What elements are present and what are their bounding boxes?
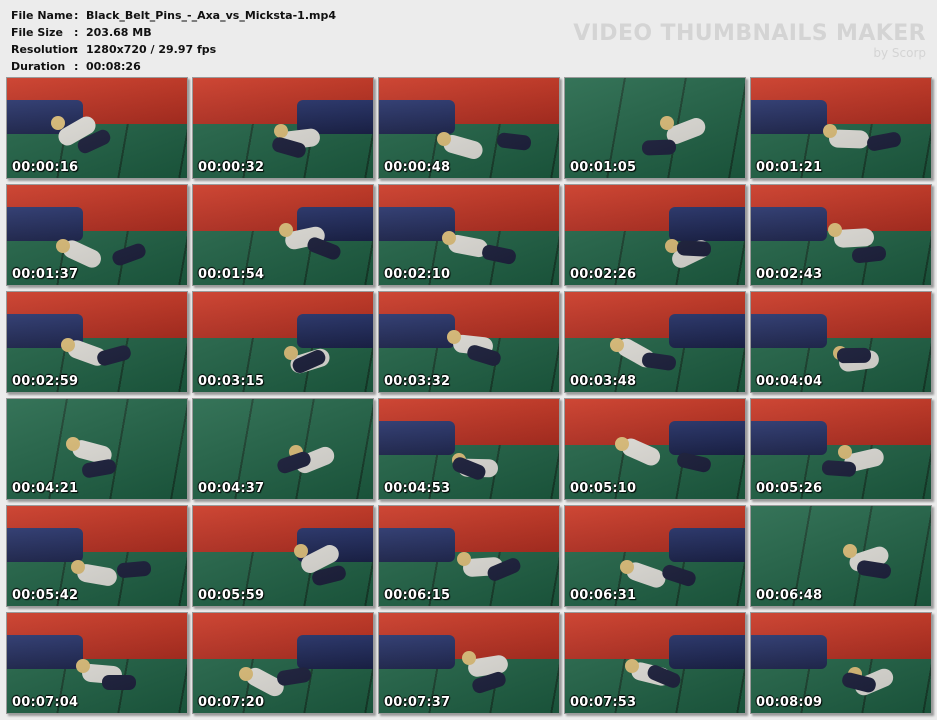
video-thumbnail[interactable]: 00:01:21 bbox=[750, 77, 932, 179]
timestamp-label: 00:01:05 bbox=[570, 160, 637, 175]
video-thumbnail[interactable]: 00:03:15 bbox=[192, 291, 374, 393]
video-thumbnail[interactable]: 00:07:37 bbox=[378, 612, 560, 714]
video-thumbnail[interactable]: 00:02:10 bbox=[378, 184, 560, 286]
video-thumbnail[interactable]: 00:06:31 bbox=[564, 505, 746, 607]
timestamp-label: 00:04:53 bbox=[384, 481, 451, 496]
video-thumbnail[interactable]: 00:05:42 bbox=[6, 505, 188, 607]
timestamp-label: 00:04:37 bbox=[198, 481, 265, 496]
video-thumbnail[interactable]: 00:02:43 bbox=[750, 184, 932, 286]
video-thumbnail[interactable]: 00:00:16 bbox=[6, 77, 188, 179]
timestamp-label: 00:04:04 bbox=[756, 374, 823, 389]
video-thumbnail[interactable]: 00:04:37 bbox=[192, 398, 374, 500]
timestamp-label: 00:03:15 bbox=[198, 374, 265, 389]
timestamp-label: 00:05:59 bbox=[198, 588, 265, 603]
timestamp-label: 00:02:59 bbox=[12, 374, 79, 389]
video-thumbnail[interactable]: 00:04:53 bbox=[378, 398, 560, 500]
timestamp-label: 00:05:42 bbox=[12, 588, 79, 603]
timestamp-label: 00:07:53 bbox=[570, 695, 637, 710]
timestamp-label: 00:00:48 bbox=[384, 160, 451, 175]
video-thumbnail[interactable]: 00:00:32 bbox=[192, 77, 374, 179]
timestamp-label: 00:02:43 bbox=[756, 267, 823, 282]
video-thumbnail[interactable]: 00:02:26 bbox=[564, 184, 746, 286]
video-thumbnail[interactable]: 00:06:48 bbox=[750, 505, 932, 607]
timestamp-label: 00:02:26 bbox=[570, 267, 637, 282]
timestamp-label: 00:05:26 bbox=[756, 481, 823, 496]
thumbnail-grid: 00:00:16 00:00:32 00:00:48 00:01:05 00:01:21… bbox=[0, 0, 937, 720]
video-thumbnail[interactable]: 00:05:26 bbox=[750, 398, 932, 500]
video-thumbnail[interactable]: 00:05:10 bbox=[564, 398, 746, 500]
timestamp-label: 00:07:20 bbox=[198, 695, 265, 710]
video-thumbnail[interactable]: 00:04:21 bbox=[6, 398, 188, 500]
video-thumbnail[interactable]: 00:07:20 bbox=[192, 612, 374, 714]
timestamp-label: 00:02:10 bbox=[384, 267, 451, 282]
video-thumbnail[interactable]: 00:03:32 bbox=[378, 291, 560, 393]
timestamp-label: 00:00:32 bbox=[198, 160, 265, 175]
timestamp-label: 00:01:37 bbox=[12, 267, 79, 282]
timestamp-label: 00:06:15 bbox=[384, 588, 451, 603]
timestamp-label: 00:00:16 bbox=[12, 160, 79, 175]
video-thumbnail[interactable]: 00:01:37 bbox=[6, 184, 188, 286]
timestamp-label: 00:07:04 bbox=[12, 695, 79, 710]
timestamp-label: 00:07:37 bbox=[384, 695, 451, 710]
video-thumbnail[interactable]: 00:05:59 bbox=[192, 505, 374, 607]
video-thumbnail[interactable]: 00:00:48 bbox=[378, 77, 560, 179]
video-thumbnail[interactable]: 00:01:05 bbox=[564, 77, 746, 179]
timestamp-label: 00:03:32 bbox=[384, 374, 451, 389]
timestamp-label: 00:06:48 bbox=[756, 588, 823, 603]
video-thumbnail[interactable]: 00:04:04 bbox=[750, 291, 932, 393]
timestamp-label: 00:01:54 bbox=[198, 267, 265, 282]
timestamp-label: 00:01:21 bbox=[756, 160, 823, 175]
timestamp-label: 00:03:48 bbox=[570, 374, 637, 389]
timestamp-label: 00:04:21 bbox=[12, 481, 79, 496]
video-thumbnail[interactable]: 00:01:54 bbox=[192, 184, 374, 286]
video-thumbnail[interactable]: 00:07:53 bbox=[564, 612, 746, 714]
timestamp-label: 00:08:09 bbox=[756, 695, 823, 710]
video-thumbnail[interactable]: 00:08:09 bbox=[750, 612, 932, 714]
video-thumbnail[interactable]: 00:02:59 bbox=[6, 291, 188, 393]
video-thumbnail[interactable]: 00:03:48 bbox=[564, 291, 746, 393]
video-thumbnail[interactable]: 00:06:15 bbox=[378, 505, 560, 607]
timestamp-label: 00:05:10 bbox=[570, 481, 637, 496]
timestamp-label: 00:06:31 bbox=[570, 588, 637, 603]
video-thumbnail[interactable]: 00:07:04 bbox=[6, 612, 188, 714]
